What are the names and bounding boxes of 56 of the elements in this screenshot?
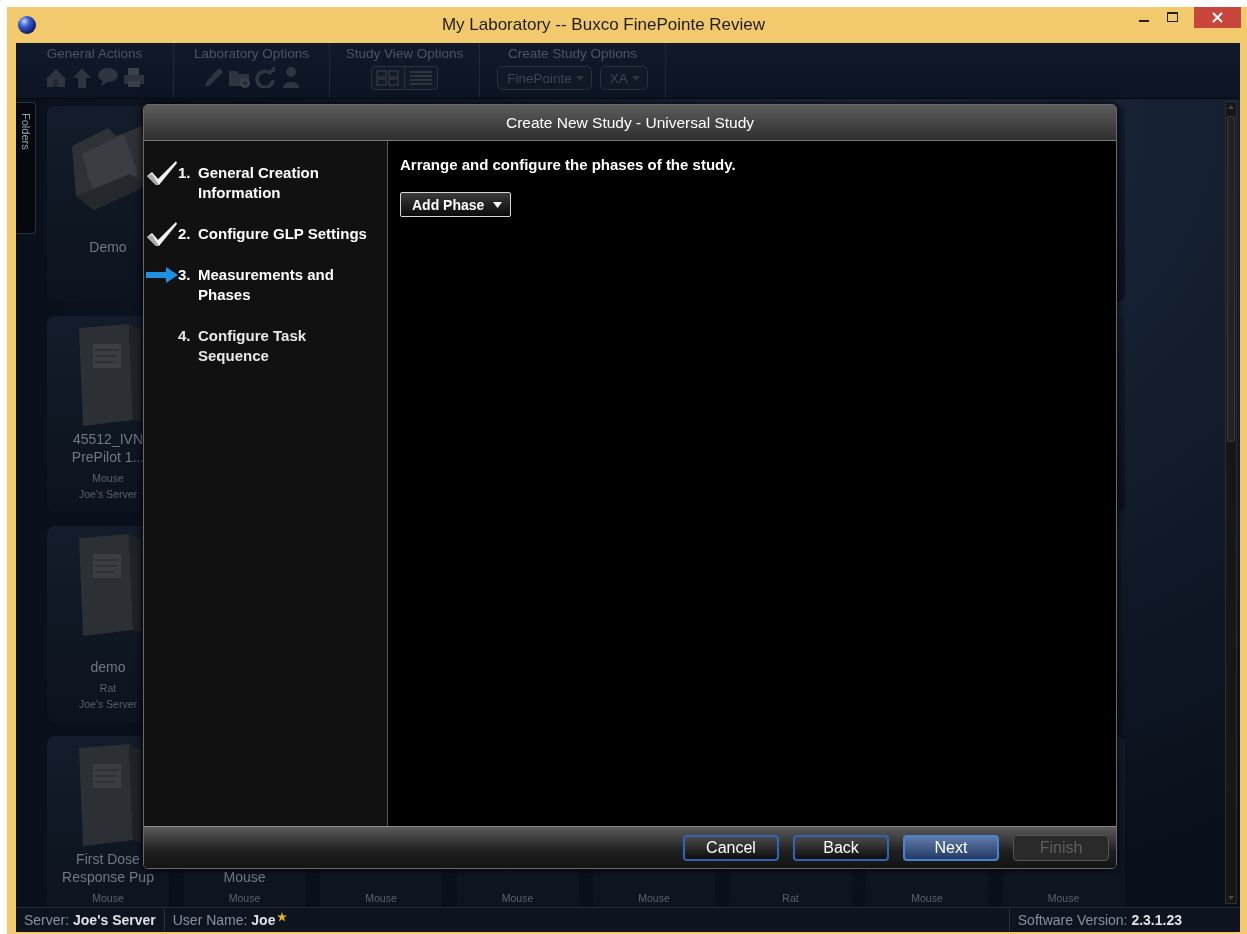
group-title: Laboratory Options (194, 46, 309, 61)
card-title: Mouse (223, 868, 266, 887)
dialog-button[interactable]: Cancel (683, 834, 779, 861)
scrollbar[interactable] (1225, 101, 1237, 905)
step-number: 2. (178, 224, 192, 245)
instruction-text: Arrange and configure the phases of the study. (400, 156, 737, 174)
list-view-icon[interactable] (408, 69, 434, 87)
card-title: PrePilot 1... (71, 448, 145, 467)
app-icon (17, 15, 37, 35)
grid-view-icon[interactable] (375, 69, 401, 87)
step-label: Configure Task Sequence (198, 326, 308, 367)
card-title: 45512_IVN (72, 430, 144, 449)
folders-tab[interactable]: Folders (16, 102, 36, 235)
step-number: 3. (178, 265, 192, 286)
close-button[interactable] (1194, 7, 1241, 28)
close-icon (1212, 12, 1223, 23)
group-title: Study View Options (345, 46, 464, 61)
user-status: User Name: Joe (172, 912, 276, 929)
scroll-down-icon (1228, 896, 1234, 901)
dialog-button[interactable]: Back (793, 834, 889, 861)
group-title: General Actions (46, 46, 143, 61)
species-label: Mouse (228, 891, 261, 907)
star-icon (277, 912, 288, 923)
caret-icon (631, 75, 640, 81)
species-label: Mouse (1047, 891, 1080, 907)
group-title: Create Study Options (507, 46, 638, 61)
species-label: Mouse (92, 891, 124, 907)
version-status: Software Version: 2.3.1.23 (1016, 912, 1183, 929)
card-title: Response Pup (62, 868, 154, 887)
step-number: 4. (178, 326, 192, 347)
scroll-up-icon (1228, 105, 1234, 110)
species-label: Rat (782, 891, 799, 907)
step-label: Measurements and Phases (198, 265, 335, 306)
dialog-button[interactable]: Next (903, 834, 999, 861)
step-number: 1. (178, 163, 192, 184)
species-label: Mouse (501, 891, 534, 907)
server-label: Joe's Server (79, 487, 137, 503)
add-phase-dropdown[interactable]: Add Phase (400, 192, 512, 218)
species-label: Mouse (365, 891, 397, 907)
window-title: My Laboratory -- Buxco FinePointe Review (440, 15, 767, 35)
caret-icon (493, 201, 503, 208)
step-label: Configure GLP Settings (198, 224, 368, 245)
card-title: demo (90, 658, 126, 677)
step-label: General Creation Information (198, 163, 320, 204)
species-label: Rat (99, 681, 117, 697)
server-label: Joe's Server (79, 697, 137, 713)
maximize-icon (1166, 12, 1178, 22)
species-label: Mouse (638, 891, 670, 907)
server-status: Server: Joe's Server (23, 912, 157, 929)
card-title: First Dose (76, 850, 140, 869)
caret-icon (575, 75, 584, 81)
card-title: Demo (89, 238, 127, 257)
species-label: Mouse (92, 471, 124, 487)
species-label: Mouse (911, 891, 943, 907)
dialog-title: Create New Study - Universal Study (144, 105, 1116, 142)
minimize-icon (1139, 20, 1149, 22)
